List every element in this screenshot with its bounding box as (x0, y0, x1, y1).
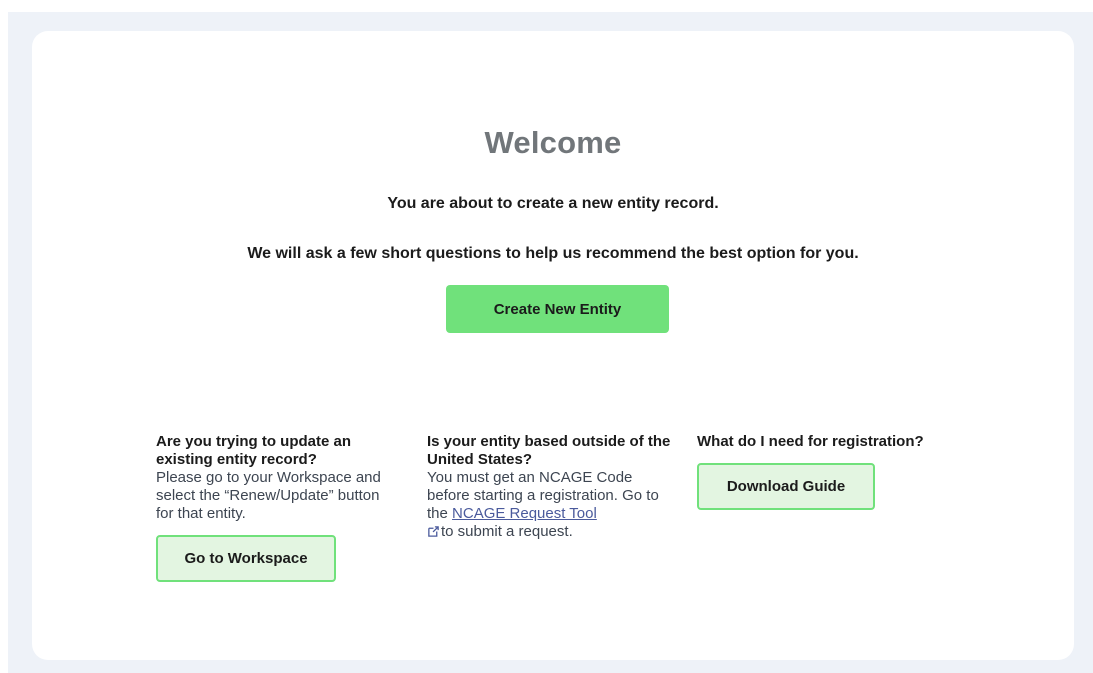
guide-section-heading: What do I need for registration? (697, 433, 924, 450)
download-guide-button[interactable]: Download Guide (697, 463, 875, 510)
update-section-text: Please go to your Workspace and select t… (156, 469, 381, 522)
intro-line-create: You are about to create a new entity rec… (387, 195, 719, 212)
ncage-text-after: to submit a request. (441, 523, 573, 540)
update-entity-section: Are you trying to update an existing ent… (156, 433, 401, 582)
update-section-heading: Are you trying to update an existing ent… (156, 433, 352, 468)
welcome-card: Welcome You are about to create a new en… (32, 31, 1074, 660)
intro-line-questions: We will ask a few short questions to hel… (247, 245, 859, 262)
page-title: Welcome (484, 125, 622, 160)
create-new-entity-button[interactable]: Create New Entity (446, 285, 669, 333)
ncage-section-text: You must get an NCAGE Code before starti… (427, 469, 672, 541)
ncage-section: Is your entity based outside of the Unit… (427, 433, 672, 541)
ncage-section-heading: Is your entity based outside of the Unit… (427, 433, 671, 468)
registration-guide-section: What do I need for registration? Downloa… (697, 433, 942, 510)
ncage-request-tool-link[interactable]: NCAGE Request Tool (452, 505, 597, 522)
page-background: Welcome You are about to create a new en… (8, 12, 1093, 673)
external-link-icon[interactable] (427, 525, 440, 538)
go-to-workspace-button[interactable]: Go to Workspace (156, 535, 336, 582)
